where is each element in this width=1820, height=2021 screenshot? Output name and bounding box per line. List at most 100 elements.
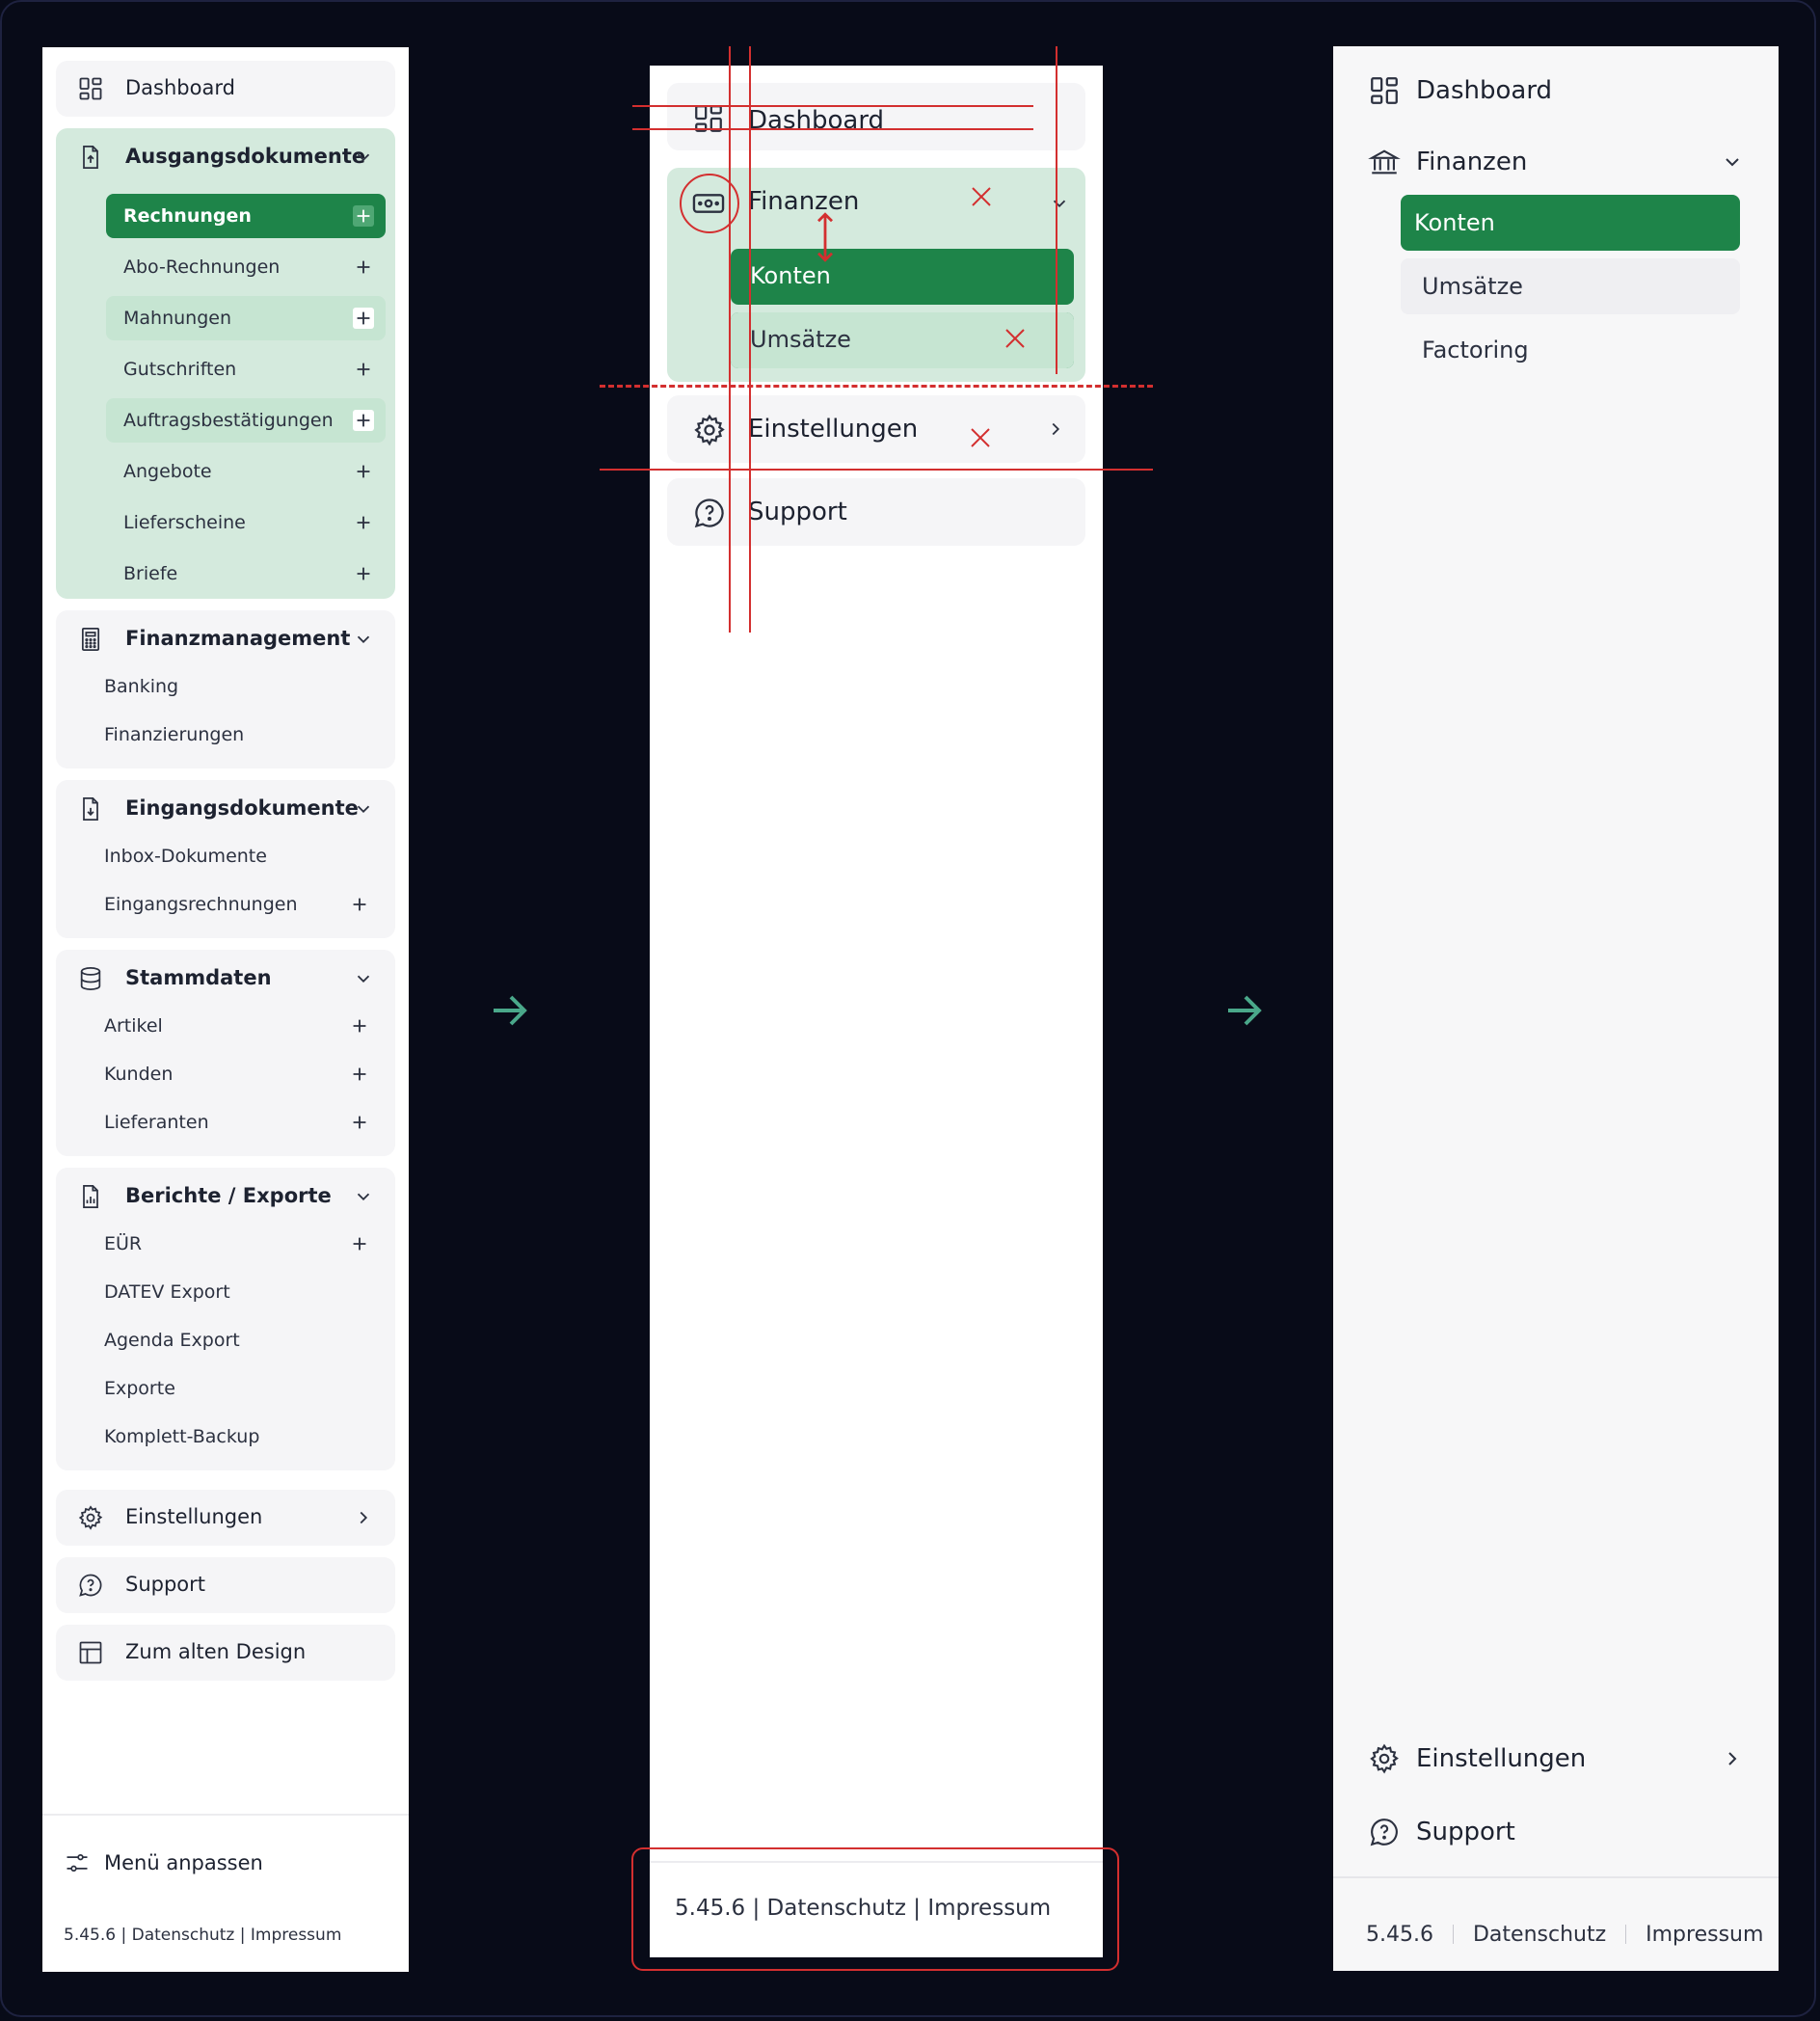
- sub-item[interactable]: Rechnungen: [106, 194, 386, 238]
- chevron-down-icon: [353, 629, 374, 650]
- nav-dashboard-label: Dashboard: [125, 76, 235, 99]
- sub-item[interactable]: Kunden: [104, 1052, 384, 1096]
- add-icon[interactable]: [349, 1233, 370, 1254]
- sub-item-label: Auftragsbestätigungen: [123, 410, 334, 431]
- chevron-down-icon: [353, 147, 374, 168]
- dashboard-grid-icon: [77, 75, 104, 102]
- add-icon[interactable]: [353, 308, 374, 329]
- nav-einstellungen[interactable]: Einstellungen: [56, 1490, 395, 1546]
- sub-item-konten[interactable]: Konten: [731, 249, 1074, 305]
- add-icon[interactable]: [353, 563, 374, 584]
- nav-group-header[interactable]: Eingangsdokumente: [56, 780, 395, 838]
- sub-item[interactable]: EÜR: [104, 1222, 384, 1266]
- arrow-right-icon: [1220, 987, 1267, 1034]
- nav-dashboard[interactable]: Dashboard: [667, 83, 1085, 150]
- footer-imprint-link[interactable]: Impressum: [1646, 1923, 1763, 1947]
- sub-item-label: Konten: [1414, 209, 1495, 236]
- nav-einstellungen[interactable]: Einstellungen: [667, 395, 1085, 463]
- sub-item[interactable]: Banking: [104, 664, 384, 709]
- sub-item-label: Artikel: [104, 1015, 163, 1037]
- sub-item[interactable]: Artikel: [104, 1004, 384, 1048]
- nav-support[interactable]: Support: [1368, 1807, 1515, 1857]
- add-icon[interactable]: [349, 1112, 370, 1133]
- nav-dashboard[interactable]: Dashboard: [56, 61, 395, 117]
- sub-item-label: Exporte: [104, 1378, 175, 1399]
- sub-item[interactable]: Lieferanten: [104, 1100, 384, 1145]
- footer-links[interactable]: 5.45.6 | Datenschutz | Impressum: [64, 1926, 341, 1945]
- nav-dashboard[interactable]: Dashboard: [1368, 66, 1552, 116]
- nav-finanzen-header[interactable]: Finanzen: [1368, 137, 1750, 187]
- menu-anpassen-button[interactable]: Menü anpassen: [64, 1846, 263, 1879]
- sub-item[interactable]: Agenda Export: [104, 1318, 384, 1362]
- nav-group-header[interactable]: Ausgangsdokumente: [56, 128, 395, 186]
- sub-item-label: Umsätze: [1422, 273, 1523, 300]
- sub-item[interactable]: Angebote: [106, 449, 386, 494]
- sub-item[interactable]: Briefe: [106, 552, 386, 596]
- nav-group-title: Stammdaten: [125, 966, 272, 989]
- sub-item[interactable]: Umsätze: [1401, 258, 1740, 314]
- nav-group-title: Ausgangsdokumente: [125, 145, 366, 168]
- sub-item[interactable]: Abo-Rechnungen: [106, 245, 386, 289]
- footer-links[interactable]: 5.45.6 | Datenschutz | Impressum: [675, 1896, 1051, 1921]
- nav-support[interactable]: Support: [56, 1557, 395, 1613]
- nav-group-header[interactable]: Finanzmanagement: [56, 610, 395, 668]
- sub-item-label: Eingangsrechnungen: [104, 894, 298, 915]
- nav-group-header[interactable]: Berichte / Exporte: [56, 1168, 395, 1226]
- database-icon: [77, 965, 104, 992]
- sub-item[interactable]: Mahnungen: [106, 296, 386, 340]
- sub-item[interactable]: Gutschriften: [106, 347, 386, 391]
- nav-dashboard-label: Dashboard: [1416, 76, 1553, 105]
- sidebar-final: Dashboard Finanzen Konten Umsätze Factorin…: [1333, 46, 1779, 1971]
- sub-item-label: Factoring: [1422, 337, 1529, 364]
- add-icon[interactable]: [353, 359, 374, 380]
- nav-alt-design[interactable]: Zum alten Design: [56, 1625, 395, 1681]
- add-icon[interactable]: [353, 410, 374, 431]
- document-download-icon: [77, 795, 104, 822]
- nav-einstellungen[interactable]: Einstellungen: [1368, 1734, 1750, 1784]
- sub-item-label: Finanzierungen: [104, 724, 245, 745]
- report-icon: [77, 1183, 104, 1210]
- sub-item[interactable]: DATEV Export: [104, 1270, 384, 1314]
- add-icon[interactable]: [349, 1064, 370, 1085]
- sub-item-label: Abo-Rechnungen: [123, 256, 281, 278]
- nav-group-2: Eingangsdokumente Inbox-Dokumente Eingangs…: [56, 780, 395, 938]
- footer-separator: [1452, 1925, 1454, 1944]
- nav-einstellungen-label: Einstellungen: [125, 1505, 263, 1528]
- footer-privacy-link[interactable]: Datenschutz: [1473, 1923, 1606, 1947]
- sub-item[interactable]: Factoring: [1401, 322, 1740, 378]
- sub-item[interactable]: Konten: [1401, 195, 1740, 251]
- nav-alt-design-label: Zum alten Design: [125, 1640, 307, 1663]
- add-icon[interactable]: [349, 1015, 370, 1037]
- sub-item-label: Banking: [104, 676, 179, 697]
- sub-item[interactable]: Finanzierungen: [104, 713, 384, 757]
- nav-group-header[interactable]: Stammdaten: [56, 950, 395, 1008]
- sub-item[interactable]: Exporte: [104, 1366, 384, 1411]
- gear-icon: [77, 1504, 104, 1531]
- nav-group-title: Berichte / Exporte: [125, 1184, 332, 1207]
- chevron-down-icon: [353, 798, 374, 820]
- sub-item[interactable]: Eingangsrechnungen: [104, 882, 384, 927]
- sub-item-label: Briefe: [123, 563, 178, 584]
- add-icon[interactable]: [349, 894, 370, 915]
- sidebar-full: Dashboard Ausgangsdokumente Rechnungen Abo…: [42, 47, 409, 1972]
- add-icon[interactable]: [353, 256, 374, 278]
- sub-item[interactable]: Komplett-Backup: [104, 1415, 384, 1459]
- add-icon[interactable]: [353, 205, 374, 227]
- footer-links: 5.45.6 Datenschutz Impressum: [1366, 1917, 1763, 1952]
- footer-version: 5.45.6: [1366, 1922, 1433, 1947]
- sub-item[interactable]: Auftragsbestätigungen: [106, 398, 386, 443]
- add-icon[interactable]: [353, 461, 374, 482]
- sub-item-umsaetze[interactable]: Umsätze: [731, 312, 1074, 368]
- gear-icon: [1368, 1742, 1401, 1775]
- chevron-right-icon: [1045, 418, 1066, 440]
- nav-einstellungen-label: Einstellungen: [1416, 1744, 1587, 1773]
- sub-item[interactable]: Inbox-Dokumente: [104, 834, 384, 878]
- chevron-down-icon: [1049, 193, 1070, 214]
- nav-finanzen-header[interactable]: Finanzen: [667, 168, 1085, 237]
- sub-item-label: Rechnungen: [123, 205, 252, 227]
- add-icon[interactable]: [353, 512, 374, 533]
- sub-item[interactable]: Lieferscheine: [106, 500, 386, 545]
- nav-support[interactable]: Support: [667, 478, 1085, 546]
- nav-support-label: Support: [748, 498, 847, 526]
- nav-finanzen-label: Finanzen: [1416, 148, 1528, 176]
